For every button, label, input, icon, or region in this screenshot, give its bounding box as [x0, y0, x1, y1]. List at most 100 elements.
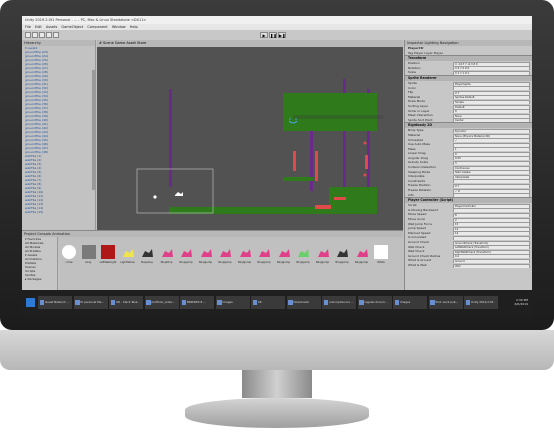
taskbar-button[interactable]: regular-docum...	[357, 296, 392, 309]
asset-thumbnail[interactable]	[62, 245, 76, 259]
rect-tool-icon[interactable]	[53, 32, 59, 38]
asset-thumbnail[interactable]	[218, 245, 232, 259]
hazard-2	[315, 151, 318, 181]
asset-thumbnail[interactable]	[374, 245, 388, 259]
property-label: Linear Drag	[408, 151, 426, 156]
app-icon	[217, 300, 222, 305]
monitor-stand-base	[185, 398, 369, 428]
asset-thumbnail[interactable]	[335, 245, 349, 259]
play-button[interactable]: ▶	[260, 32, 268, 38]
property-label: Gravity Scale	[408, 160, 428, 165]
asset-thumbnail[interactable]	[296, 245, 310, 259]
property-label: Planned Speed	[408, 230, 431, 235]
pause-button[interactable]: ❚❚	[269, 32, 277, 38]
asset-thumbnail[interactable]	[277, 245, 291, 259]
property-label: Material	[408, 94, 421, 99]
asset-thumbnail[interactable]	[257, 245, 271, 259]
property-label: Simulated	[408, 137, 424, 142]
asset-thumbnail[interactable]	[179, 245, 193, 259]
rotate-tool-icon[interactable]	[39, 32, 45, 38]
property-label: Wall Check	[408, 249, 425, 254]
property-value[interactable]: Wall	[453, 263, 530, 268]
property-label: Order in Layer	[408, 108, 430, 113]
hazard-4	[315, 205, 331, 209]
menu-assets[interactable]: Assets	[46, 25, 57, 29]
inspector-panel: Inspector Lighting Navigation PlayerCtr …	[404, 40, 532, 316]
app-icon	[39, 300, 44, 305]
property-label: Collision Detection	[408, 165, 437, 170]
scale-tool-icon[interactable]	[46, 32, 52, 38]
project-folder[interactable]: ▸ Packages	[22, 277, 57, 281]
taskbar-button[interactable]: MINDMIX 8 ...	[180, 296, 214, 309]
hierarchy-scrollbar[interactable]	[92, 70, 96, 190]
asset-thumbnail[interactable]	[199, 245, 213, 259]
taskbar-clock[interactable]: 4:39 PM 6/6/2019	[496, 298, 528, 306]
asset-thumbnail[interactable]	[101, 245, 115, 259]
property-label: Position	[408, 61, 420, 66]
menu-file[interactable]: File	[25, 25, 31, 29]
windows-start-icon[interactable]	[26, 298, 35, 307]
hierarchy-panel: Hierarchy ▾ Level1 groundTile (23) groun…	[22, 40, 96, 230]
scene-tabs[interactable]: # Scene Game Asset Store	[97, 40, 403, 47]
asset-thumbnail[interactable]	[160, 245, 174, 259]
app-icon	[394, 300, 399, 305]
spawn-dot-1	[289, 118, 291, 120]
move-tool-icon[interactable]	[32, 32, 38, 38]
taskbar-button[interactable]: images	[215, 296, 250, 309]
property-label: Sleeping Mode	[408, 169, 431, 174]
taskbar-button-label: MINDMIX 8 ...	[187, 300, 206, 304]
property-label: Sorting Layer	[408, 103, 429, 108]
hand-tool-icon[interactable]	[25, 32, 31, 38]
property-row: Info	[405, 193, 532, 198]
step-button[interactable]: ▶❚	[278, 32, 286, 38]
property-label: Constraints	[408, 178, 426, 183]
property-value[interactable]: Center	[453, 118, 530, 123]
taskbar-button[interactable]: Pr personal file...	[73, 296, 108, 309]
taskbar-button-label: Guest Network ...	[45, 300, 70, 304]
property-label: Body Type	[408, 128, 424, 133]
tag-layer-row[interactable]: Tag Player Layer Player	[405, 51, 532, 56]
menu-gameobject[interactable]: GameObject	[61, 25, 83, 29]
scene-view[interactable]: # Scene Game Asset Store	[97, 40, 403, 230]
project-tree: ▾ Favorites All Materials All Models All…	[22, 237, 58, 291]
menu-help[interactable]: Help	[130, 25, 138, 29]
taskbar-button[interactable]: unmorphsunce ...	[322, 296, 356, 309]
property-label: Wall Check	[408, 244, 425, 249]
property-label: Use Auto Mass	[408, 142, 431, 147]
asset-thumbnail[interactable]	[140, 245, 154, 259]
property-label: Script	[408, 203, 417, 208]
taskbar-button-label: Images	[400, 300, 411, 304]
menu-edit[interactable]: Edit	[35, 25, 42, 29]
asset-thumbnail[interactable]	[121, 245, 135, 259]
hazard-3	[365, 155, 368, 169]
taskbar-button[interactable]: Unity 2019.2.0f...	[464, 296, 498, 309]
project-tabs[interactable]: Project Console Animation	[22, 231, 403, 237]
taskbar-button[interactable]: Guest Network ...	[38, 296, 72, 309]
menu-component[interactable]: Component	[87, 25, 107, 29]
toolbar: ▶ ❚❚ ▶❚	[22, 30, 532, 40]
hierarchy-item[interactable]: wallTile (15)	[22, 210, 95, 214]
asset-thumbnail[interactable]	[81, 245, 96, 259]
property-label: Info	[408, 192, 414, 197]
taskbar-button[interactable]: Pro1 work pub...	[428, 296, 463, 309]
property-label: Freeze Position	[408, 183, 431, 188]
asset-thumbnail[interactable]	[355, 245, 369, 259]
taskbar-button[interactable]: portfolio_video...	[144, 296, 179, 309]
property-value[interactable]: X 1 Y 1 Z 1	[453, 70, 530, 75]
app-icon	[288, 300, 293, 305]
asset-thumbnail[interactable]	[238, 245, 252, 259]
hazard-1	[293, 151, 296, 171]
taskbar-button[interactable]: Images	[393, 296, 427, 309]
property-value[interactable]	[453, 193, 530, 198]
taskbar-button[interactable]: bit	[251, 296, 285, 309]
level-canvas[interactable]	[97, 47, 403, 230]
taskbar: Guest Network ... Pr personal file... UD -…	[22, 290, 532, 316]
app-icon	[146, 300, 151, 305]
menu-window[interactable]: Window	[112, 25, 126, 29]
taskbar-button[interactable]: Downloads	[286, 296, 321, 309]
taskbar-button[interactable]: UD - Slack Task...	[109, 296, 143, 309]
screen: Unity 2019.2.0f1 Personal - ... - PC, Ma…	[22, 16, 532, 316]
property-label: Sprite	[408, 80, 417, 85]
taskbar-button-label: Unity 2019.2.0f...	[471, 300, 496, 304]
asset-thumbnail[interactable]	[316, 245, 330, 259]
